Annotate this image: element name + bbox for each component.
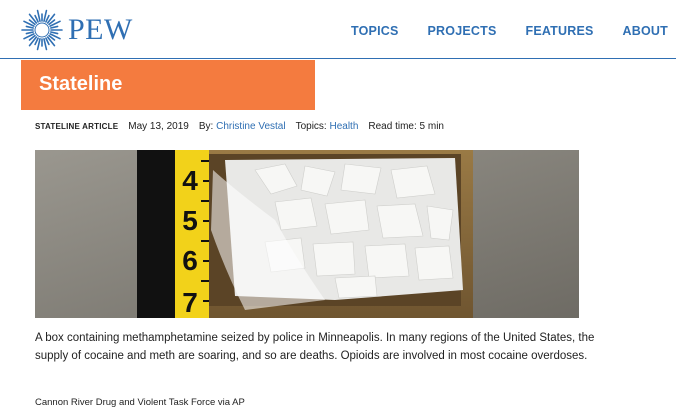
- logo-ray: [43, 37, 48, 51]
- article-meta: STATELINE ARTICLE May 13, 2019 By: Chris…: [35, 121, 454, 132]
- section-banner[interactable]: Stateline: [21, 60, 315, 110]
- nav-features[interactable]: FEATURES: [526, 24, 594, 38]
- article-kind: STATELINE ARTICLE: [35, 122, 119, 131]
- logo-ray: [49, 31, 59, 35]
- logo-ray: [36, 9, 41, 23]
- site-header: PEW TOPICS PROJECTS FEATURES ABOUT: [0, 0, 676, 59]
- sunburst-logo-icon: [21, 9, 63, 51]
- article-date: May 13, 2019: [128, 121, 189, 132]
- topic-link[interactable]: Health: [329, 121, 358, 132]
- ruler-number-5: 5: [182, 205, 198, 236]
- brand-name: PEW: [68, 13, 133, 46]
- pew-logo[interactable]: PEW: [20, 8, 133, 52]
- logo-ray: [36, 37, 41, 51]
- ruler-number-6: 6: [182, 245, 198, 276]
- logo-ray: [25, 25, 35, 29]
- section-title: Stateline: [39, 73, 123, 95]
- ruler-number-7: 7: [182, 287, 198, 318]
- nav-topics[interactable]: TOPICS: [351, 24, 399, 38]
- nav-about[interactable]: ABOUT: [623, 24, 668, 38]
- article-photo: 4 5 6 7: [35, 150, 579, 318]
- topics-label: Topics:: [295, 121, 327, 132]
- author-label: By:: [198, 121, 214, 132]
- logo-ray: [25, 31, 35, 35]
- main-nav: TOPICS PROJECTS FEATURES ABOUT: [322, 24, 668, 38]
- nav-projects[interactable]: PROJECTS: [428, 24, 497, 38]
- photo-credit: Cannon River Drug and Violent Task Force…: [35, 397, 245, 408]
- logo-ray: [43, 9, 48, 23]
- logo-ray: [49, 25, 59, 29]
- photo-caption: A box containing methamphetamine seized …: [35, 332, 595, 362]
- author-link[interactable]: Christine Vestal: [216, 121, 285, 132]
- photo-illustration: 4 5 6 7: [35, 150, 579, 318]
- read-time: Read time: 5 min: [368, 121, 444, 132]
- ruler-number-4: 4: [182, 165, 198, 196]
